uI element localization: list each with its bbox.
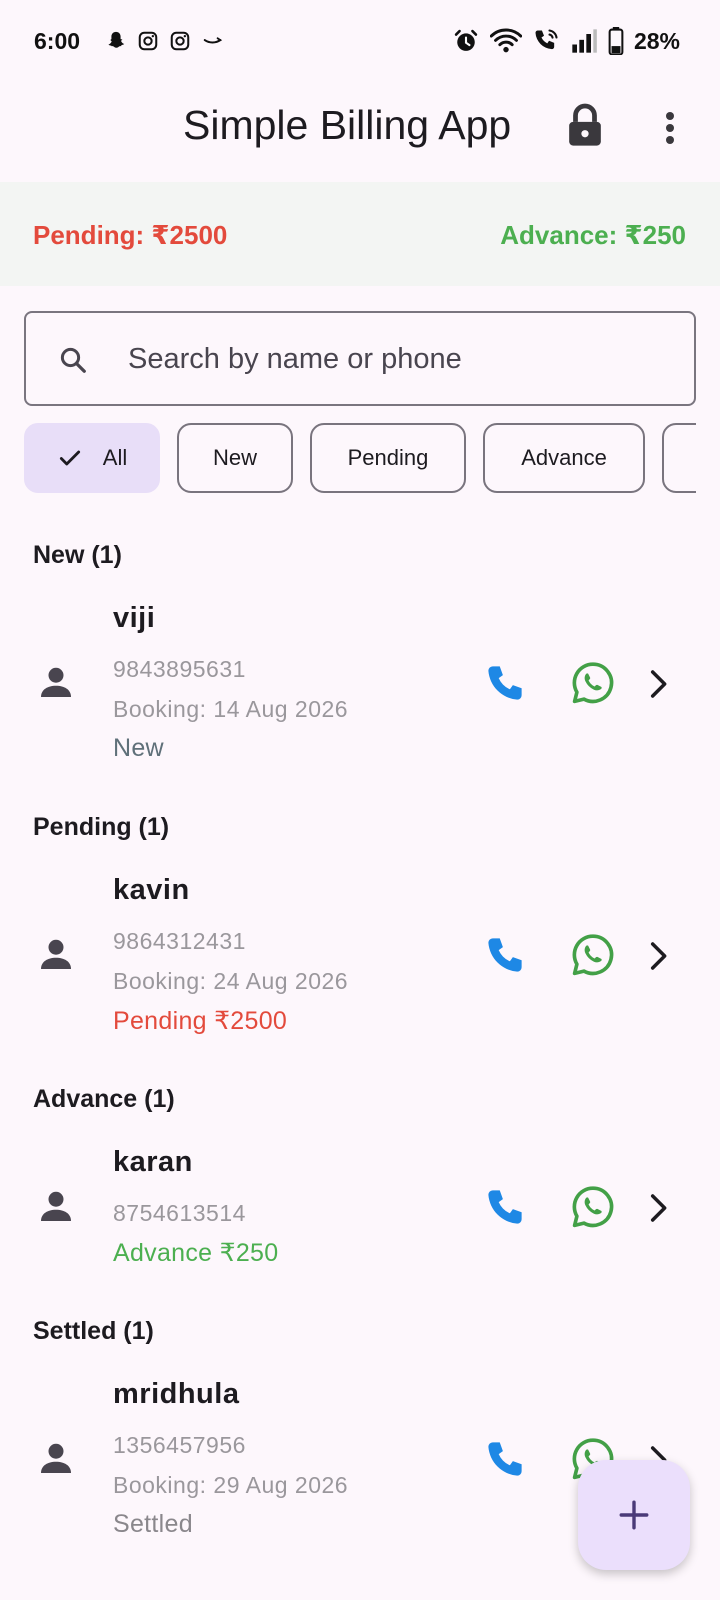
wifi-calling-icon: [535, 29, 558, 50]
customer-name: mridhula: [113, 1378, 240, 1410]
amazon-icon: [203, 37, 223, 44]
customer-phone: 8754613514: [113, 1200, 246, 1226]
more-vert-icon[interactable]: [654, 108, 686, 148]
customer-phone: 9864312431: [113, 928, 246, 954]
search-input[interactable]: [128, 335, 668, 383]
chevron-right-icon[interactable]: [646, 940, 670, 972]
alarm-icon: [454, 29, 478, 51]
section-header-advance: Advance (1): [33, 1085, 175, 1113]
booking-date: Booking: 24 Aug 2026: [113, 968, 349, 994]
snapchat-icon: [108, 31, 125, 48]
customer-name: karan: [113, 1146, 193, 1178]
status-time: 6:00: [34, 28, 81, 54]
section-header-pending: Pending (1): [33, 813, 170, 841]
status-bar: 6:00 28%: [0, 0, 720, 80]
customer-status: New: [113, 734, 164, 762]
lock-icon[interactable]: [566, 102, 604, 148]
search-field[interactable]: [24, 311, 696, 406]
search-icon: [60, 347, 86, 373]
battery-icon: [608, 27, 624, 55]
person-icon: [41, 1191, 71, 1221]
advance-total: Advance: ₹250: [500, 220, 686, 250]
person-icon: [41, 939, 71, 969]
booking-date: Booking: 14 Aug 2026: [113, 696, 349, 722]
whatsapp-icon[interactable]: [570, 932, 616, 978]
pending-total: Pending: ₹2500: [33, 220, 228, 250]
phone-icon[interactable]: [484, 934, 526, 976]
phone-icon[interactable]: [484, 1186, 526, 1228]
add-customer-button[interactable]: [578, 1460, 690, 1570]
chip-label: All: [102, 445, 128, 470]
chevron-right-icon[interactable]: [646, 668, 670, 700]
check-icon: [59, 450, 80, 466]
summary-bar: Pending: ₹2500 Advance: ₹250: [0, 182, 720, 286]
section-header-new: New (1): [33, 541, 122, 569]
customer-name: viji: [113, 602, 156, 634]
whatsapp-icon[interactable]: [570, 660, 616, 706]
booking-date: Booking: 29 Aug 2026: [113, 1472, 349, 1498]
signal-icon: [572, 29, 597, 53]
add-icon: [619, 1500, 649, 1530]
customer-phone: 1356457956: [113, 1432, 246, 1458]
customer-name: kavin: [113, 874, 190, 906]
list-item[interactable]: karan 8754613514 Advance ₹250: [0, 1134, 720, 1274]
page-title: Simple Billing App: [183, 102, 512, 148]
list-item[interactable]: kavin 9864312431 Booking: 24 Aug 2026 Pe…: [0, 862, 720, 1042]
filter-chips: All New Pending Advance S: [24, 423, 696, 493]
chip-settled[interactable]: S: [662, 423, 696, 493]
customer-status: Advance ₹250: [113, 1239, 279, 1267]
chip-label: Pending: [347, 445, 429, 470]
customer-phone: 9843895631: [113, 656, 246, 682]
phone-icon[interactable]: [484, 1438, 526, 1480]
app-bar: Simple Billing App: [0, 80, 720, 180]
notification-icons: [105, 30, 225, 52]
battery-level: 28%: [633, 27, 680, 54]
customer-status: Pending ₹2500: [113, 1007, 288, 1035]
chip-pending[interactable]: Pending: [310, 423, 466, 493]
chip-new[interactable]: New: [177, 423, 293, 493]
instagram-icon: [138, 31, 158, 51]
chip-all[interactable]: All: [24, 423, 160, 493]
person-icon: [41, 1443, 71, 1473]
instagram-icon: [170, 31, 190, 51]
wifi-icon: [489, 28, 522, 53]
section-header-settled: Settled (1): [33, 1317, 154, 1345]
person-icon: [41, 667, 71, 697]
customer-status: Settled: [113, 1510, 193, 1538]
chevron-right-icon[interactable]: [646, 1192, 670, 1224]
chip-advance[interactable]: Advance: [483, 423, 645, 493]
chip-label: New: [212, 445, 257, 470]
whatsapp-icon[interactable]: [570, 1184, 616, 1230]
list-item[interactable]: viji 9843895631 Booking: 14 Aug 2026 New: [0, 590, 720, 770]
phone-icon[interactable]: [484, 662, 526, 704]
system-icons: 28%: [452, 27, 680, 55]
chip-label: Advance: [521, 445, 607, 470]
